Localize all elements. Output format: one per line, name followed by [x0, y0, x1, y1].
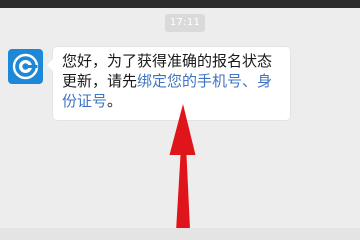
message-timestamp: 17:11 — [165, 14, 205, 32]
status-bar — [0, 0, 360, 8]
message-text-suffix: 。 — [107, 92, 123, 110]
e-logo-icon — [12, 53, 39, 80]
bottom-input-area — [0, 228, 360, 240]
message-bubble: 您好，为了获得准确的报名状态更新，请先绑定您的手机号、身份证号。 — [47, 47, 290, 120]
annotation-arrow — [169, 104, 196, 240]
message-text: 您好，为了获得准确的报名状态更新，请先绑定您的手机号、身份证号。 — [62, 51, 284, 111]
sender-avatar[interactable] — [8, 49, 43, 84]
